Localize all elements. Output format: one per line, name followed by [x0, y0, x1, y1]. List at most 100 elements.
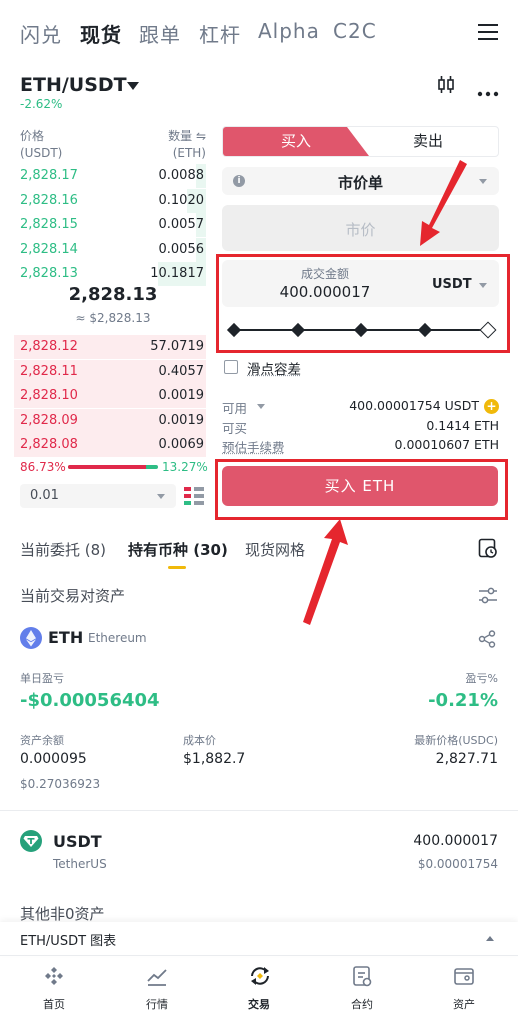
tab-convert[interactable]: 闪兑: [20, 19, 62, 48]
bid-price: 2,828.17: [20, 168, 78, 183]
mid-price-usd: ≈ $2,828.13: [75, 311, 151, 325]
orderbook-bid-row[interactable]: 2,828.13 10.1817: [14, 262, 206, 286]
chart-drawer-label: ETH/USDT 图表: [20, 934, 117, 949]
menu-icon[interactable]: [478, 24, 498, 40]
fee-label[interactable]: 预估手续费: [222, 437, 285, 456]
nav-assets[interactable]: 资产: [434, 965, 494, 1012]
tab-margin[interactable]: 杠杆: [199, 19, 241, 48]
tab-c2c[interactable]: C2C: [333, 19, 377, 43]
cost-label: 成本价: [183, 734, 216, 747]
cost-value: $1,882.7: [183, 751, 246, 767]
bid-price: 2,828.14: [20, 241, 78, 257]
ask-qty: 0.4057: [158, 363, 205, 379]
amount-unit[interactable]: USDT: [432, 277, 472, 292]
balance-usd-value: $0.27036923: [20, 777, 101, 791]
pair-change: -2.62%: [20, 97, 63, 111]
ob-qty-header[interactable]: 数量 ⇋ (ETH): [150, 128, 206, 162]
ask-qty: 0.0019: [158, 388, 205, 403]
orderbook-layout-icon[interactable]: [184, 487, 204, 505]
add-funds-icon[interactable]: +: [484, 399, 499, 414]
balance-value: 0.000095: [20, 751, 87, 767]
chevron-down-icon: [479, 283, 487, 288]
bid-price: 2,828.15: [20, 217, 78, 232]
tab-holdings[interactable]: 持有币种 (30): [128, 539, 228, 560]
slippage-label[interactable]: 滑点容差: [247, 358, 301, 378]
pair-dropdown-icon[interactable]: [127, 82, 139, 90]
other-assets-title: 其他非0资产: [20, 905, 105, 923]
depth-select[interactable]: 0.01: [20, 484, 176, 508]
pnl-pct-label: 盈亏%: [465, 672, 498, 685]
candlestick-icon[interactable]: [436, 75, 456, 95]
nav-markets[interactable]: 行情: [127, 965, 187, 1012]
amount-field[interactable]: 成交金额 400.000017 USDT: [222, 260, 499, 307]
buy-ratio: 13.27%: [162, 460, 208, 474]
arrow-annotation-icon: [303, 519, 348, 625]
balance-label: 资产余额: [20, 734, 64, 747]
more-icon[interactable]: [477, 82, 499, 97]
ask-price: 2,828.09: [20, 412, 78, 428]
chevron-up-icon[interactable]: [486, 936, 494, 941]
chevron-down-icon: [479, 179, 487, 184]
filter-settings-icon[interactable]: [478, 586, 498, 606]
ask-price: 2,828.11: [20, 363, 78, 379]
pair-symbol[interactable]: ETH/USDT: [20, 74, 127, 96]
orderbook-ask-row[interactable]: 2,828.09 0.0019: [14, 408, 206, 433]
orderbook-bid-row[interactable]: 2,828.16 0.1020: [14, 188, 206, 213]
available-value: 400.00001754 USDT: [349, 398, 479, 413]
tab-copy-trading[interactable]: 跟单: [139, 19, 181, 48]
binance-home-icon: [45, 967, 63, 985]
active-tab-indicator: [168, 566, 186, 569]
bid-qty: 0.1020: [158, 192, 205, 208]
orderbook-ask-row[interactable]: 2,828.12 57.0719: [14, 335, 206, 359]
tab-alpha[interactable]: Alpha: [258, 19, 320, 43]
tab-spot-grid[interactable]: 现货网格: [245, 539, 305, 560]
ask-qty: 0.0019: [158, 412, 205, 428]
amount-value[interactable]: 400.000017: [222, 283, 428, 301]
futures-icon: [353, 966, 372, 987]
ob-price-header: 价格 (USDT): [20, 129, 63, 160]
orderbook-bid-row[interactable]: 2,828.15 0.0057: [14, 213, 206, 237]
tab-open-orders[interactable]: 当前委托 (8): [20, 539, 106, 560]
buyable-value: 0.1414 ETH: [426, 418, 499, 433]
orderbook-bid-row[interactable]: 2,828.14 0.0056: [14, 237, 206, 262]
trade-swap-icon: [251, 967, 269, 985]
share-icon[interactable]: [478, 630, 496, 648]
orderbook-bid-row[interactable]: 2,828.17 0.0088: [14, 164, 206, 188]
mid-price: 2,828.13: [68, 284, 158, 305]
arrow-annotation-icon: [420, 160, 467, 246]
divider: [0, 810, 518, 811]
buy-tab[interactable]: 买入: [223, 127, 369, 156]
ratio-bar-sell-fill: [68, 465, 147, 469]
nav-futures[interactable]: 合约: [332, 965, 392, 1012]
eth-logo-icon: [20, 627, 42, 649]
pnl-pct-value: -0.21%: [428, 690, 498, 711]
eth-symbol: ETH: [48, 628, 84, 647]
bid-qty: 10.1817: [150, 266, 204, 281]
ask-price: 2,828.10: [20, 388, 78, 403]
orderbook-ask-row[interactable]: 2,828.10 0.0019: [14, 384, 206, 408]
slippage-checkbox[interactable]: [224, 360, 238, 374]
order-history-icon[interactable]: [478, 538, 498, 558]
chevron-down-icon[interactable]: [257, 404, 265, 409]
bid-qty: 0.0057: [158, 217, 205, 232]
orderbook-ask-row[interactable]: 2,828.08 0.0069: [14, 433, 206, 457]
buy-eth-button[interactable]: 买入 ETH: [222, 466, 498, 506]
usdt-symbol: USDT: [53, 832, 102, 851]
eth-name: Ethereum: [88, 631, 147, 645]
orderbook-ask-row[interactable]: 2,828.11 0.4057: [14, 359, 206, 384]
wallet-icon: [454, 968, 474, 985]
ratio-bar: [68, 465, 158, 469]
ask-price: 2,828.08: [20, 437, 78, 452]
sell-tab[interactable]: 卖出: [358, 127, 498, 156]
usdt-logo-icon: [20, 830, 42, 852]
chevron-down-icon: [157, 494, 165, 499]
usdt-amount-usd: $0.00001754: [417, 857, 498, 871]
tab-spot[interactable]: 现货: [80, 19, 122, 48]
chart-drawer[interactable]: ETH/USDT 图表: [0, 922, 518, 955]
daily-pnl-label: 单日盈亏: [20, 672, 64, 685]
nav-home[interactable]: 首页: [24, 965, 84, 1012]
nav-trade[interactable]: 交易: [229, 965, 289, 1012]
amount-label: 成交金额: [300, 267, 349, 281]
depth-value: 0.01: [30, 488, 59, 503]
buy-sell-toggle: 买入 卖出: [222, 126, 499, 157]
